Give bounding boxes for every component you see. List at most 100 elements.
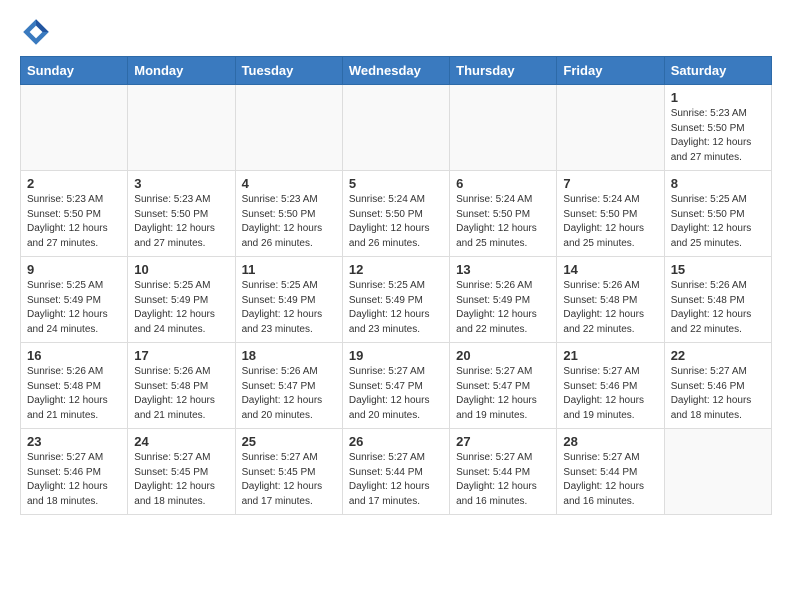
day-number: 13 bbox=[456, 262, 550, 277]
calendar-cell: 27 Sunrise: 5:27 AM Sunset: 5:44 PM Dayli… bbox=[450, 429, 557, 515]
day-number: 11 bbox=[242, 262, 336, 277]
day-number: 5 bbox=[349, 176, 443, 191]
calendar-header-wednesday: Wednesday bbox=[342, 57, 449, 85]
calendar-cell: 5 Sunrise: 5:24 AM Sunset: 5:50 PM Daylig… bbox=[342, 171, 449, 257]
day-info: Sunrise: 5:27 AM Sunset: 5:45 PM Dayligh… bbox=[134, 451, 228, 509]
calendar-cell: 13 Sunrise: 5:26 AM Sunset: 5:49 PM Dayli… bbox=[450, 257, 557, 343]
day-number: 4 bbox=[242, 176, 336, 191]
calendar-week-5: 23Sunrise: 5:27 AM Sunset: 5:46 PM Dayli… bbox=[21, 429, 772, 515]
day-number: 14 bbox=[563, 262, 657, 277]
calendar-cell: 6 Sunrise: 5:24 AM Sunset: 5:50 PM Daylig… bbox=[450, 171, 557, 257]
calendar-header-sunday: Sunday bbox=[21, 57, 128, 85]
day-number: 2 bbox=[27, 176, 121, 191]
day-number: 18 bbox=[242, 348, 336, 363]
day-info: Sunrise: 5:23 AM Sunset: 5:50 PM Dayligh… bbox=[134, 193, 228, 251]
day-info: Sunrise: 5:25 AM Sunset: 5:50 PM Dayligh… bbox=[671, 193, 765, 251]
day-number: 27 bbox=[456, 434, 550, 449]
day-info: Sunrise: 5:23 AM Sunset: 5:50 PM Dayligh… bbox=[27, 193, 121, 251]
calendar-cell bbox=[664, 429, 771, 515]
day-info: Sunrise: 5:27 AM Sunset: 5:47 PM Dayligh… bbox=[456, 365, 550, 423]
calendar-cell: 28 Sunrise: 5:27 AM Sunset: 5:44 PM Dayli… bbox=[557, 429, 664, 515]
day-number: 12 bbox=[349, 262, 443, 277]
day-number: 3 bbox=[134, 176, 228, 191]
calendar-cell: 22 Sunrise: 5:27 AM Sunset: 5:46 PM Dayli… bbox=[664, 343, 771, 429]
day-info: Sunrise: 5:23 AM Sunset: 5:50 PM Dayligh… bbox=[242, 193, 336, 251]
logo-icon bbox=[20, 16, 52, 48]
day-info: Sunrise: 5:24 AM Sunset: 5:50 PM Dayligh… bbox=[349, 193, 443, 251]
calendar-cell: 16 Sunrise: 5:26 AM Sunset: 5:48 PM Dayli… bbox=[21, 343, 128, 429]
day-info: Sunrise: 5:26 AM Sunset: 5:47 PM Dayligh… bbox=[242, 365, 336, 423]
day-info: Sunrise: 5:27 AM Sunset: 5:46 PM Dayligh… bbox=[671, 365, 765, 423]
day-info: Sunrise: 5:27 AM Sunset: 5:45 PM Dayligh… bbox=[242, 451, 336, 509]
day-info: Sunrise: 5:27 AM Sunset: 5:44 PM Dayligh… bbox=[349, 451, 443, 509]
day-info: Sunrise: 5:25 AM Sunset: 5:49 PM Dayligh… bbox=[242, 279, 336, 337]
calendar-cell: 21 Sunrise: 5:27 AM Sunset: 5:46 PM Dayli… bbox=[557, 343, 664, 429]
day-number: 7 bbox=[563, 176, 657, 191]
day-info: Sunrise: 5:23 AM Sunset: 5:50 PM Dayligh… bbox=[671, 107, 765, 165]
day-number: 25 bbox=[242, 434, 336, 449]
day-info: Sunrise: 5:27 AM Sunset: 5:46 PM Dayligh… bbox=[563, 365, 657, 423]
day-info: Sunrise: 5:25 AM Sunset: 5:49 PM Dayligh… bbox=[134, 279, 228, 337]
day-number: 26 bbox=[349, 434, 443, 449]
calendar-week-4: 16 Sunrise: 5:26 AM Sunset: 5:48 PM Dayli… bbox=[21, 343, 772, 429]
page: SundayMondayTuesdayWednesdayThursdayFrid… bbox=[0, 0, 792, 531]
calendar-cell: 10 Sunrise: 5:25 AM Sunset: 5:49 PM Dayli… bbox=[128, 257, 235, 343]
day-info: Sunrise: 5:26 AM Sunset: 5:48 PM Dayligh… bbox=[563, 279, 657, 337]
day-number: 6 bbox=[456, 176, 550, 191]
calendar-cell: 23Sunrise: 5:27 AM Sunset: 5:46 PM Dayli… bbox=[21, 429, 128, 515]
calendar-cell: 26 Sunrise: 5:27 AM Sunset: 5:44 PM Dayli… bbox=[342, 429, 449, 515]
calendar-cell: 8 Sunrise: 5:25 AM Sunset: 5:50 PM Daylig… bbox=[664, 171, 771, 257]
day-info: Sunrise: 5:27 AM Sunset: 5:44 PM Dayligh… bbox=[456, 451, 550, 509]
day-info: Sunrise: 5:24 AM Sunset: 5:50 PM Dayligh… bbox=[456, 193, 550, 251]
calendar-cell: 12Sunrise: 5:25 AM Sunset: 5:49 PM Dayli… bbox=[342, 257, 449, 343]
calendar-cell: 24 Sunrise: 5:27 AM Sunset: 5:45 PM Dayli… bbox=[128, 429, 235, 515]
calendar-cell bbox=[557, 85, 664, 171]
calendar-cell bbox=[128, 85, 235, 171]
day-number: 19 bbox=[349, 348, 443, 363]
calendar-cell: 9Sunrise: 5:25 AM Sunset: 5:49 PM Daylig… bbox=[21, 257, 128, 343]
calendar-header-thursday: Thursday bbox=[450, 57, 557, 85]
day-info: Sunrise: 5:26 AM Sunset: 5:48 PM Dayligh… bbox=[671, 279, 765, 337]
day-info: Sunrise: 5:27 AM Sunset: 5:44 PM Dayligh… bbox=[563, 451, 657, 509]
calendar-cell: 25 Sunrise: 5:27 AM Sunset: 5:45 PM Dayli… bbox=[235, 429, 342, 515]
calendar-header-saturday: Saturday bbox=[664, 57, 771, 85]
calendar-header-row: SundayMondayTuesdayWednesdayThursdayFrid… bbox=[21, 57, 772, 85]
day-info: Sunrise: 5:25 AM Sunset: 5:49 PM Dayligh… bbox=[27, 279, 121, 337]
day-number: 10 bbox=[134, 262, 228, 277]
calendar-cell: 1 Sunrise: 5:23 AM Sunset: 5:50 PM Daylig… bbox=[664, 85, 771, 171]
calendar-cell: 18 Sunrise: 5:26 AM Sunset: 5:47 PM Dayli… bbox=[235, 343, 342, 429]
day-number: 21 bbox=[563, 348, 657, 363]
calendar-cell: 3 Sunrise: 5:23 AM Sunset: 5:50 PM Daylig… bbox=[128, 171, 235, 257]
calendar-cell: 7 Sunrise: 5:24 AM Sunset: 5:50 PM Daylig… bbox=[557, 171, 664, 257]
calendar-week-1: 1 Sunrise: 5:23 AM Sunset: 5:50 PM Daylig… bbox=[21, 85, 772, 171]
day-number: 22 bbox=[671, 348, 765, 363]
day-info: Sunrise: 5:26 AM Sunset: 5:48 PM Dayligh… bbox=[27, 365, 121, 423]
calendar-cell: 4 Sunrise: 5:23 AM Sunset: 5:50 PM Daylig… bbox=[235, 171, 342, 257]
calendar-cell: 20 Sunrise: 5:27 AM Sunset: 5:47 PM Dayli… bbox=[450, 343, 557, 429]
calendar-cell bbox=[21, 85, 128, 171]
day-number: 17 bbox=[134, 348, 228, 363]
day-info: Sunrise: 5:26 AM Sunset: 5:49 PM Dayligh… bbox=[456, 279, 550, 337]
calendar-header-monday: Monday bbox=[128, 57, 235, 85]
calendar-cell: 15 Sunrise: 5:26 AM Sunset: 5:48 PM Dayli… bbox=[664, 257, 771, 343]
header bbox=[20, 16, 772, 48]
day-number: 20 bbox=[456, 348, 550, 363]
calendar-week-2: 2 Sunrise: 5:23 AM Sunset: 5:50 PM Daylig… bbox=[21, 171, 772, 257]
day-number: 28 bbox=[563, 434, 657, 449]
calendar-cell: 19 Sunrise: 5:27 AM Sunset: 5:47 PM Dayli… bbox=[342, 343, 449, 429]
calendar-cell: 2 Sunrise: 5:23 AM Sunset: 5:50 PM Daylig… bbox=[21, 171, 128, 257]
calendar-cell bbox=[342, 85, 449, 171]
calendar-header-friday: Friday bbox=[557, 57, 664, 85]
day-info: Sunrise: 5:24 AM Sunset: 5:50 PM Dayligh… bbox=[563, 193, 657, 251]
day-number: 24 bbox=[134, 434, 228, 449]
day-info: Sunrise: 5:27 AM Sunset: 5:47 PM Dayligh… bbox=[349, 365, 443, 423]
day-info: Sunrise: 5:26 AM Sunset: 5:48 PM Dayligh… bbox=[134, 365, 228, 423]
calendar: SundayMondayTuesdayWednesdayThursdayFrid… bbox=[20, 56, 772, 515]
day-number: 23 bbox=[27, 434, 121, 449]
day-number: 1 bbox=[671, 90, 765, 105]
logo bbox=[20, 16, 56, 48]
calendar-cell bbox=[235, 85, 342, 171]
day-number: 15 bbox=[671, 262, 765, 277]
day-number: 8 bbox=[671, 176, 765, 191]
day-number: 16 bbox=[27, 348, 121, 363]
